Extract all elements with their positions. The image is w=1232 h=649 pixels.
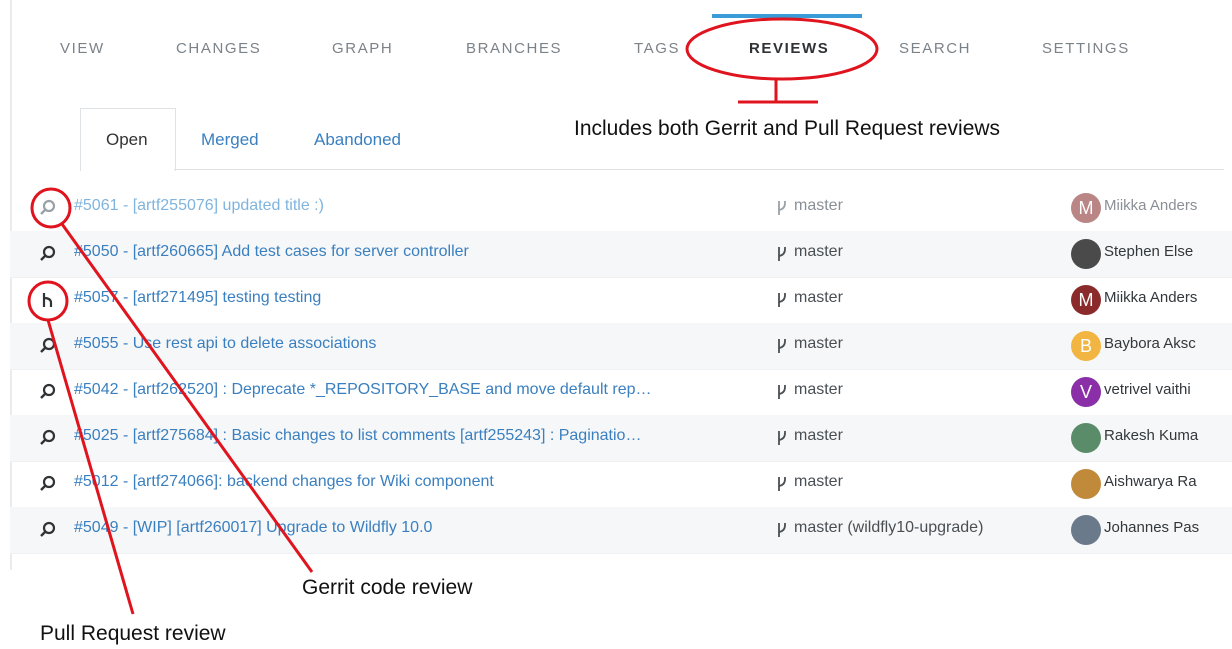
avatar: M	[1071, 193, 1101, 223]
avatar: V	[1071, 377, 1101, 407]
subtab-merged[interactable]: Merged	[201, 130, 259, 150]
review-row[interactable]: #5012 - [artf274066]: backend changes fo…	[10, 461, 1232, 508]
branch-name: master	[794, 289, 843, 306]
branch-name: master	[794, 335, 843, 352]
review-row[interactable]: #5049 - [WIP] [artf260017] Upgrade to Wi…	[10, 507, 1232, 554]
review-title-link[interactable]: #5055 - Use rest api to delete associati…	[74, 335, 376, 353]
review-row[interactable]: #5061 - [artf255076] updated title :) mas…	[10, 185, 1232, 232]
review-title-link[interactable]: #5057 - [artf271495] testing testing	[74, 289, 321, 307]
review-title-link[interactable]: #5049 - [WIP] [artf260017] Upgrade to Wi…	[74, 519, 432, 537]
pull-request-icon	[42, 293, 53, 307]
subtab-abandoned[interactable]: Abandoned	[314, 130, 401, 150]
branch-icon	[778, 247, 786, 261]
branch-icon	[778, 293, 786, 307]
review-row[interactable]: #5050 - [artf260665] Add test cases for …	[10, 231, 1232, 278]
review-title-link[interactable]: #5012 - [artf274066]: backend changes fo…	[74, 473, 494, 491]
avatar: B	[1071, 331, 1101, 361]
tab-reviews[interactable]: REVIEWS	[749, 40, 829, 57]
author-name: Stephen Else	[1104, 243, 1194, 260]
gerrit-review-icon	[40, 245, 56, 261]
branch-name: master	[794, 243, 843, 260]
review-title-link[interactable]: #5042 - [artf262520] : Deprecate *_REPOS…	[74, 381, 652, 399]
avatar	[1071, 515, 1101, 545]
review-row[interactable]: #5055 - Use rest api to delete associati…	[10, 323, 1232, 370]
branch-name: master	[794, 197, 843, 214]
branch-icon	[778, 339, 786, 353]
author-name: Aishwarya Ra	[1104, 473, 1197, 490]
tab-search[interactable]: SEARCH	[899, 40, 971, 57]
gerrit-review-icon	[40, 337, 56, 353]
author-name: Miikka Anders	[1104, 197, 1198, 214]
review-title-link[interactable]: #5025 - [artf275684] : Basic changes to …	[74, 427, 641, 445]
tab-view[interactable]: VIEW	[60, 40, 105, 57]
tab-tags[interactable]: TAGS	[634, 40, 680, 57]
tab-branches[interactable]: BRANCHES	[466, 40, 562, 57]
branch-icon	[778, 523, 786, 537]
review-status-tabs: Open Merged Abandoned	[80, 108, 580, 171]
repository-tabs: VIEW CHANGES GRAPH BRANCHES TAGS REVIEWS…	[12, 20, 1232, 80]
tab-changes[interactable]: CHANGES	[176, 40, 261, 57]
tab-graph[interactable]: GRAPH	[332, 40, 393, 57]
author-name: Johannes Pas	[1104, 519, 1200, 536]
pull-request-annotation: Pull Request review	[40, 622, 226, 645]
branch-name: master	[794, 381, 843, 398]
branch-name: master	[794, 473, 843, 490]
author-name: vetrivel vaithi	[1104, 381, 1191, 398]
subtab-divider	[174, 169, 1224, 170]
subtab-open[interactable]: Open	[106, 130, 148, 150]
review-row[interactable]: #5042 - [artf262520] : Deprecate *_REPOS…	[10, 369, 1232, 416]
review-row[interactable]: #5025 - [artf275684] : Basic changes to …	[10, 415, 1232, 462]
author-name: Rakesh Kuma	[1104, 427, 1199, 444]
author-name: Baybora Aksc	[1104, 335, 1196, 352]
tab-settings[interactable]: SETTINGS	[1042, 40, 1130, 57]
gerrit-annotation: Gerrit code review	[302, 576, 473, 599]
gerrit-review-icon	[40, 199, 56, 215]
reviews-annotation: Includes both Gerrit and Pull Request re…	[574, 117, 1001, 140]
branch-icon	[778, 385, 786, 399]
gerrit-review-icon	[40, 521, 56, 537]
author-name: Miikka Anders	[1104, 289, 1198, 306]
active-tab-indicator	[712, 14, 862, 18]
avatar	[1071, 469, 1101, 499]
review-row[interactable]: #5057 - [artf271495] testing testing mast…	[10, 277, 1232, 324]
gerrit-review-icon	[40, 429, 56, 445]
avatar	[1071, 423, 1101, 453]
branch-icon	[778, 201, 786, 215]
gerrit-review-icon	[40, 475, 56, 491]
avatar	[1071, 239, 1101, 269]
branch-name: master (wildfly10-upgrade)	[794, 519, 984, 536]
branch-icon	[778, 477, 786, 491]
branch-icon	[778, 431, 786, 445]
review-title-link[interactable]: #5050 - [artf260665] Add test cases for …	[74, 243, 469, 261]
branch-name: master	[794, 427, 843, 444]
review-title-link[interactable]: #5061 - [artf255076] updated title :)	[74, 197, 324, 215]
gerrit-review-icon	[40, 383, 56, 399]
avatar: M	[1071, 285, 1101, 315]
